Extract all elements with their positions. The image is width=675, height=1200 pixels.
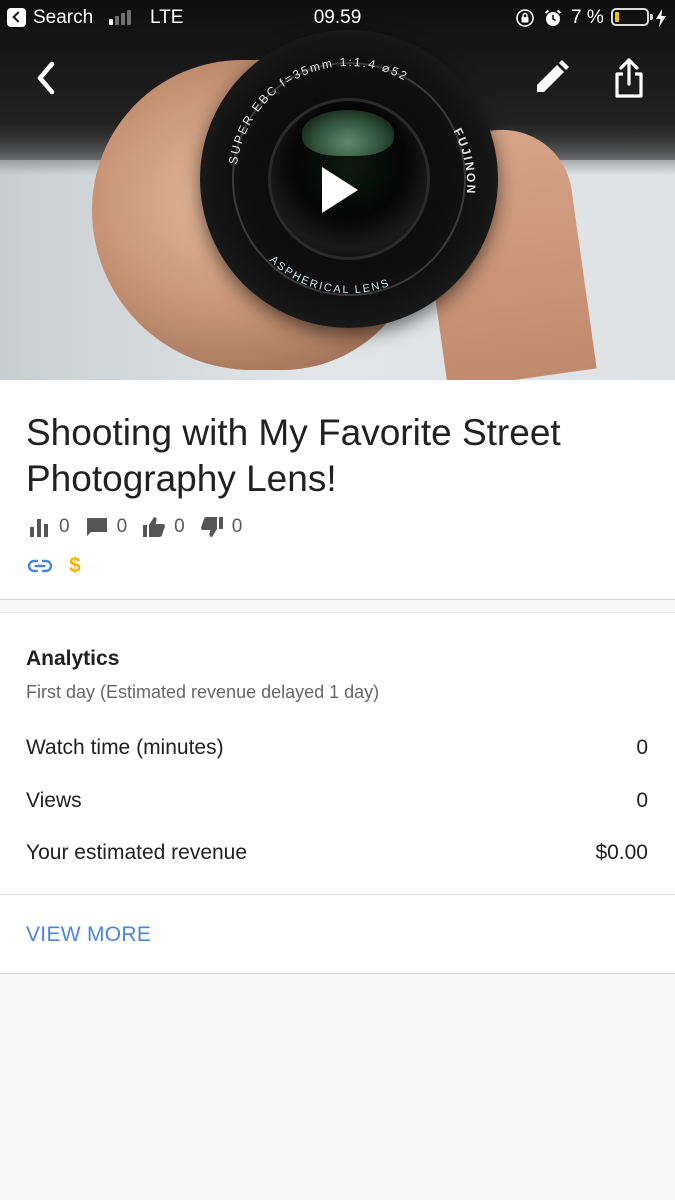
view-more-button[interactable]: VIEW MORE xyxy=(26,923,151,947)
thumb-down-icon xyxy=(200,517,223,537)
views-count: 0 xyxy=(59,516,70,537)
lens-engraving-right: FUJINON xyxy=(451,126,477,196)
comments-count: 0 xyxy=(116,516,128,537)
metric-views: Views 0 xyxy=(26,789,648,819)
lens-engraving-bottom: ASPHERICAL LENS xyxy=(267,254,390,296)
metric-estimated-revenue: Your estimated revenue $0.00 xyxy=(26,841,648,871)
pencil-icon xyxy=(537,60,569,92)
charging-icon xyxy=(656,9,666,27)
metric-value: 0 xyxy=(636,736,648,759)
analytics-card: Analytics First day (Estimated revenue d… xyxy=(0,612,675,974)
svg-text:ASPHERICAL LENS: ASPHERICAL LENS xyxy=(267,254,392,296)
video-title: Shooting with My Favorite Street Photogr… xyxy=(26,412,561,499)
link-icon[interactable] xyxy=(27,553,53,579)
video-badges: $ xyxy=(27,553,81,579)
metric-label: Views xyxy=(26,789,82,812)
video-details-card: Shooting with My Favorite Street Photogr… xyxy=(0,380,675,600)
svg-text:SUPER EBC f=35mm 1:1.4 ⌀52: SUPER EBC f=35mm 1:1.4 ⌀52 xyxy=(226,55,411,165)
views-stat: 0 xyxy=(27,515,70,539)
battery-percent: 7 % xyxy=(571,7,604,28)
video-stats: 0 0 0 0 xyxy=(27,514,257,540)
likes-count: 0 xyxy=(174,516,185,537)
bar-chart-icon xyxy=(30,519,48,537)
rotation-lock-icon xyxy=(516,9,534,27)
metric-value: 0 xyxy=(636,789,648,812)
dislikes-stat: 0 xyxy=(200,515,243,539)
analytics-subheading: First day (Estimated revenue delayed 1 d… xyxy=(26,682,380,702)
monetization-icon[interactable]: $ xyxy=(69,554,81,578)
share-button[interactable] xyxy=(605,54,653,102)
edit-button[interactable] xyxy=(527,54,575,102)
play-icon[interactable] xyxy=(322,167,358,213)
thumb-up-icon xyxy=(143,517,166,537)
status-bar: Search LTE 09.59 7 % xyxy=(0,0,675,34)
comment-icon xyxy=(86,518,107,536)
metric-label: Your estimated revenue xyxy=(26,841,248,864)
comments-stat: 0 xyxy=(85,515,128,539)
back-button[interactable] xyxy=(22,54,70,102)
arrow-back-icon xyxy=(37,61,55,95)
alarm-icon xyxy=(544,9,562,26)
battery-icon xyxy=(611,8,653,26)
analytics-heading: Analytics xyxy=(26,647,120,670)
metric-watch-time: Watch time (minutes) 0 xyxy=(26,736,648,766)
metric-value: $0.00 xyxy=(595,841,648,864)
likes-stat: 0 xyxy=(142,515,185,539)
metric-label: Watch time (minutes) xyxy=(26,736,224,759)
svg-text:FUJINON: FUJINON xyxy=(451,126,479,196)
divider xyxy=(0,894,675,895)
lens-engraving-top: SUPER EBC f=35mm 1:1.4 ⌀52 xyxy=(226,55,409,165)
share-icon xyxy=(615,58,643,98)
dislikes-count: 0 xyxy=(231,516,243,537)
